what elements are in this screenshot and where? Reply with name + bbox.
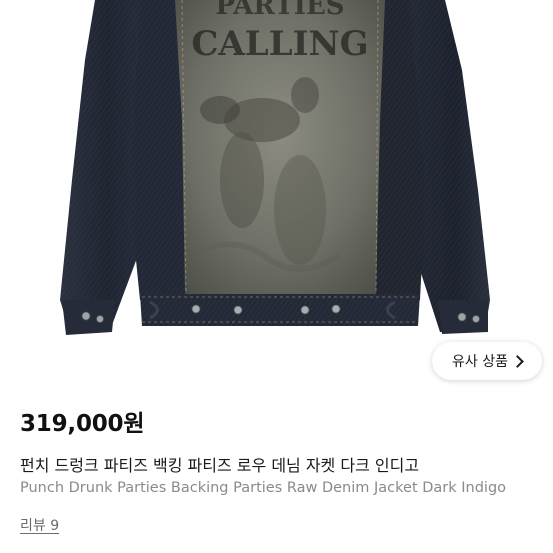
product-title-english: Punch Drunk Parties Backing Parties Raw … <box>20 480 507 496</box>
graphic-text-line2: CALLING <box>191 24 368 64</box>
similar-products-button[interactable]: 유사 상품 <box>432 342 542 380</box>
jacket-illustration: PARTIES CALLING <box>60 0 490 335</box>
chevron-right-icon <box>511 354 524 368</box>
graphic-text-line1: PARTIES <box>215 0 344 21</box>
product-title-korean: 펀치 드렁크 파티즈 백킹 파티즈 로우 데님 자켓 다크 인디고 <box>20 456 420 475</box>
review-count-link[interactable]: 리뷰 9 <box>20 515 59 535</box>
product-price: 319,000원 <box>20 411 145 437</box>
product-detail-page: PARTIES CALLING 유사 상품 319,000원 펀치 드렁크 파티… <box>0 0 553 553</box>
product-image[interactable]: PARTIES CALLING <box>0 0 553 383</box>
similar-products-label: 유사 상품 <box>452 354 508 370</box>
